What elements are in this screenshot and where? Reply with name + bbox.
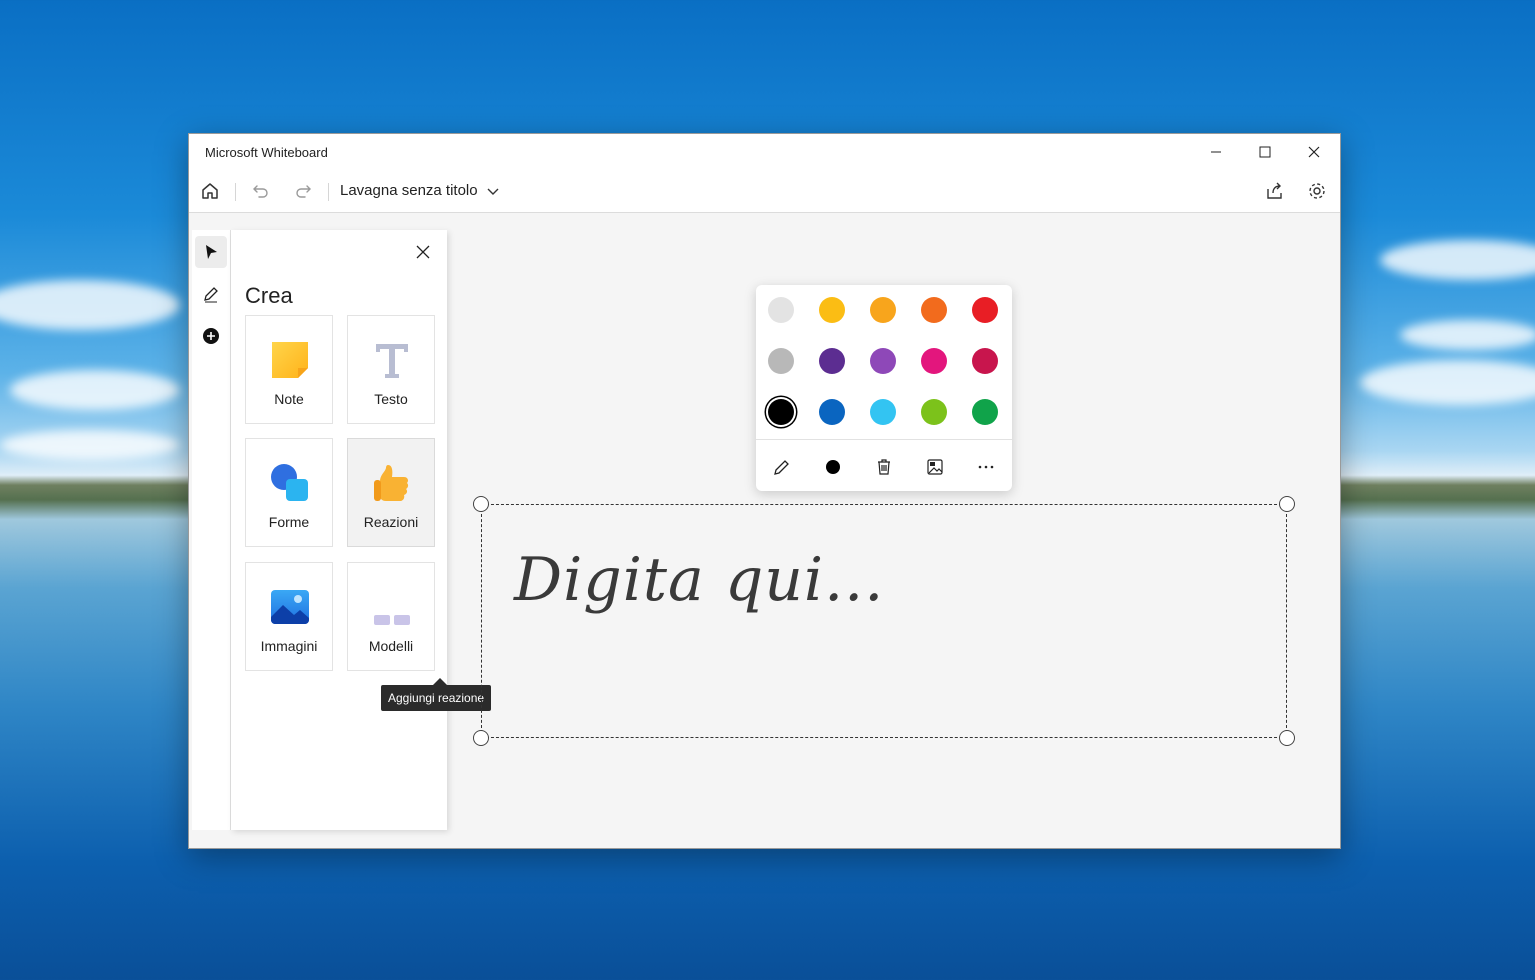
text-placeholder: Digita qui...	[514, 545, 885, 615]
create-note-button[interactable]: Note	[245, 315, 333, 424]
cloud	[1360, 360, 1535, 405]
home-button[interactable]	[194, 176, 226, 206]
redo-button[interactable]	[287, 176, 319, 206]
home-icon	[202, 183, 218, 199]
cloud	[0, 280, 180, 330]
color-swatch[interactable]	[768, 297, 794, 323]
color-swatch[interactable]	[768, 399, 794, 425]
replace-image-button[interactable]	[920, 452, 950, 482]
board-name-dropdown[interactable]: Lavagna senza titolo	[340, 182, 500, 199]
color-swatch[interactable]	[819, 297, 845, 323]
pen-icon	[204, 287, 218, 303]
color-swatch[interactable]	[819, 399, 845, 425]
color-swatch[interactable]	[768, 348, 794, 374]
app-title: Microsoft Whiteboard	[205, 145, 328, 160]
color-swatch[interactable]	[870, 297, 896, 323]
tile-label: Forme	[268, 514, 310, 530]
add-icon	[203, 328, 219, 344]
create-tool-button[interactable]	[195, 320, 227, 352]
stroke-size-button[interactable]	[818, 452, 848, 482]
color-swatch[interactable]	[921, 348, 947, 374]
create-image-button[interactable]: Immagini	[245, 562, 333, 671]
color-swatch[interactable]	[870, 399, 896, 425]
cloud	[0, 430, 180, 460]
toolbar-separator	[235, 183, 236, 201]
maximize-icon	[1259, 146, 1271, 158]
text-box[interactable]: Digita qui...	[473, 496, 1295, 746]
more-icon	[978, 465, 994, 469]
color-swatch[interactable]	[972, 297, 998, 323]
pen-icon	[774, 460, 789, 475]
pen-style-button[interactable]	[767, 452, 797, 482]
cloud	[10, 370, 180, 410]
settings-button[interactable]	[1301, 176, 1333, 206]
stroke-dot-icon	[826, 460, 840, 474]
resize-handle-bottom-left[interactable]	[473, 730, 489, 746]
more-options-button[interactable]	[971, 452, 1001, 482]
panel-close-button[interactable]	[409, 238, 437, 266]
color-swatch[interactable]	[972, 399, 998, 425]
redo-icon	[296, 185, 311, 198]
resize-handle-bottom-right[interactable]	[1279, 730, 1295, 746]
toolbar: Lavagna senza titolo	[189, 170, 1340, 213]
cloud	[1380, 240, 1535, 280]
color-swatch[interactable]	[921, 399, 947, 425]
trash-icon	[878, 459, 890, 475]
chevron-down-icon	[487, 188, 499, 195]
minimize-button[interactable]	[1192, 134, 1240, 170]
resize-handle-top-left[interactable]	[473, 496, 489, 512]
tile-label: Modelli	[368, 638, 414, 654]
ink-tool-button[interactable]	[195, 278, 227, 310]
resize-handle-top-right[interactable]	[1279, 496, 1295, 512]
tool-rail	[192, 230, 231, 830]
thumbs-up-icon	[374, 465, 409, 501]
templates-icon	[374, 615, 410, 625]
image-icon	[271, 590, 309, 624]
color-swatch[interactable]	[819, 348, 845, 374]
color-swatch[interactable]	[870, 348, 896, 374]
palette-separator	[756, 439, 1012, 440]
app-window: Microsoft Whiteboard Lavagna senza titol…	[188, 133, 1341, 849]
create-panel: Crea Note Testo Forme Reazioni Immagini …	[231, 230, 492, 830]
undo-button[interactable]	[245, 176, 277, 206]
create-template-button[interactable]: Modelli	[347, 562, 435, 671]
select-tool-button[interactable]	[195, 236, 227, 268]
shapes-icon	[271, 464, 308, 501]
tooltip: Aggiungi reazione	[381, 678, 492, 711]
share-button[interactable]	[1259, 176, 1291, 206]
maximize-button[interactable]	[1241, 134, 1289, 170]
panel-title: Crea	[245, 283, 293, 308]
text-icon	[376, 344, 408, 378]
share-icon	[1267, 182, 1282, 199]
tile-label: Note	[274, 391, 304, 407]
minimize-icon	[1211, 151, 1221, 153]
toolbar-separator	[328, 183, 329, 201]
title-bar: Microsoft Whiteboard	[189, 134, 1340, 170]
undo-icon	[253, 185, 268, 198]
tile-label: Testo	[374, 391, 408, 407]
create-shapes-button[interactable]: Forme	[245, 438, 333, 547]
close-icon	[416, 245, 430, 259]
color-palette	[756, 285, 1012, 491]
delete-button[interactable]	[869, 452, 899, 482]
board-name: Lavagna senza titolo	[340, 182, 478, 199]
tile-label: Reazioni	[363, 514, 419, 530]
create-reaction-button[interactable]: Reazioni	[347, 438, 435, 547]
color-swatch[interactable]	[921, 297, 947, 323]
close-window-button[interactable]	[1290, 134, 1338, 170]
tile-label: Immagini	[260, 638, 318, 654]
replace-image-icon	[927, 459, 943, 475]
close-icon	[1308, 146, 1320, 158]
gear-icon	[1309, 183, 1325, 199]
sticky-note-icon	[272, 342, 308, 378]
create-text-button[interactable]: Testo	[347, 315, 435, 424]
cloud	[1400, 320, 1535, 350]
pointer-icon	[206, 245, 217, 259]
color-swatch[interactable]	[972, 348, 998, 374]
